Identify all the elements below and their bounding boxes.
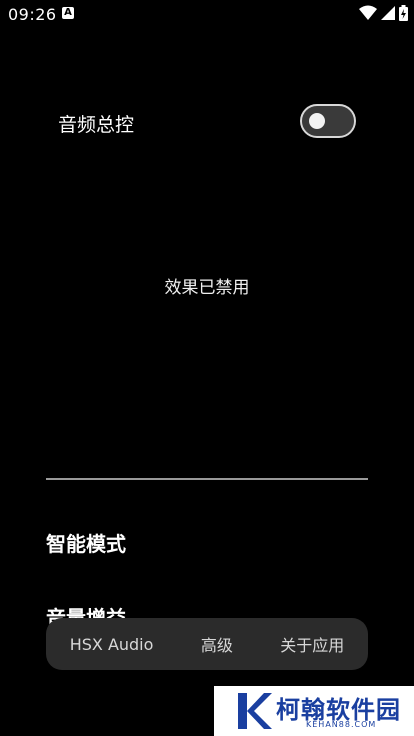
watermark-logo-icon [238,693,272,729]
watermark-subtitle: KEHAN88.COM [306,720,377,729]
status-time: 09:26 [8,5,57,24]
watermark: 柯翰软件园 KEHAN88.COM [214,686,414,736]
divider [46,478,368,480]
tab-advanced[interactable]: 高级 [195,628,239,660]
notification-icon: A [62,7,74,19]
master-control-label: 音频总控 [58,114,135,136]
master-control-toggle[interactable] [300,104,356,138]
bottom-nav: HSX Audio 高级 关于应用 [46,618,368,670]
cell-signal-icon [381,6,395,20]
system-icons [359,5,408,21]
wifi-icon [359,5,377,20]
toggle-knob [309,113,325,129]
tab-about[interactable]: 关于应用 [274,628,350,660]
tab-hsx-audio[interactable]: HSX Audio [64,631,160,658]
effects-disabled-text: 效果已禁用 [164,278,250,298]
status-bar: 09:26 A [0,0,414,28]
master-control-row: 音频总控 [58,104,358,140]
battery-icon [399,5,408,21]
smart-mode-section[interactable]: 智能模式 [46,528,126,557]
